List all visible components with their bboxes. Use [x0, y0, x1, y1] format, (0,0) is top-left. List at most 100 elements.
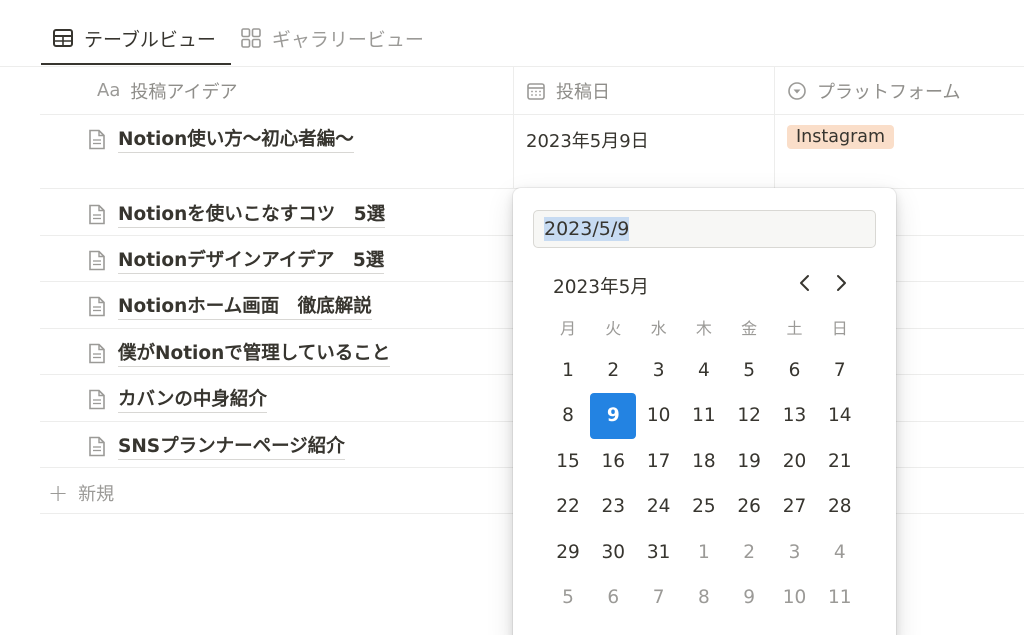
- weekday-label: 金: [741, 319, 758, 338]
- column-label: 投稿日: [556, 81, 610, 103]
- calendar-day[interactable]: 6: [590, 575, 636, 621]
- weekday-label: 木: [695, 319, 712, 338]
- calendar-day[interactable]: 8: [681, 575, 727, 621]
- calendar-day[interactable]: 7: [636, 575, 682, 621]
- date-input-value: 2023/5/9: [544, 217, 630, 241]
- row-title-text: 僕がNotionで管理していること: [118, 339, 391, 367]
- calendar-day[interactable]: 11: [681, 393, 727, 439]
- calendar-day[interactable]: 29: [545, 529, 591, 575]
- next-month-button[interactable]: [826, 268, 856, 298]
- gallery-icon: [240, 27, 262, 49]
- row-title-text: Notionホーム画面 徹底解説: [118, 292, 372, 320]
- page-icon: [88, 129, 106, 150]
- tab-label: ギャラリービュー: [271, 28, 424, 51]
- tab-table-view[interactable]: テーブルビュー: [40, 18, 228, 58]
- calendar-day[interactable]: 1: [545, 347, 591, 393]
- row-title[interactable]: Notionデザインアイデア 5選: [88, 246, 385, 274]
- previous-month-button[interactable]: [790, 268, 820, 298]
- row-title[interactable]: Notion使い方〜初心者編〜: [88, 125, 354, 153]
- calendar-day[interactable]: 5: [545, 575, 591, 621]
- select-icon: [787, 81, 807, 101]
- active-tab-indicator: [41, 63, 231, 65]
- calendar-day[interactable]: 3: [636, 347, 682, 393]
- column-header-title[interactable]: Aa 投稿アイデア: [97, 67, 237, 114]
- calendar-day[interactable]: 6: [772, 347, 818, 393]
- calendar-day[interactable]: 10: [772, 575, 818, 621]
- weekday-label: 土: [786, 319, 803, 338]
- calendar-day[interactable]: 22: [545, 484, 591, 530]
- page-icon: [88, 436, 106, 457]
- tab-gallery-view[interactable]: ギャラリービュー: [228, 18, 436, 58]
- calendar-day[interactable]: 27: [772, 484, 818, 530]
- new-row-button[interactable]: + 新規: [48, 479, 114, 507]
- calendar-day[interactable]: 20: [772, 438, 818, 484]
- row-title[interactable]: カバンの中身紹介: [88, 385, 267, 413]
- calendar-day[interactable]: 4: [681, 347, 727, 393]
- calendar-day[interactable]: 25: [681, 484, 727, 530]
- calendar-day[interactable]: 30: [590, 529, 636, 575]
- table-icon: [52, 27, 74, 49]
- text-property-icon: Aa: [97, 80, 121, 101]
- calendar-day[interactable]: 19: [726, 438, 772, 484]
- page-icon: [88, 389, 106, 410]
- calendar-day[interactable]: 5: [726, 347, 772, 393]
- date-value[interactable]: 2023年5月9日: [526, 127, 649, 153]
- row-title[interactable]: SNSプランナーページ紹介: [88, 432, 345, 460]
- month-label: 2023年5月: [553, 277, 649, 298]
- row-title-text: Notionデザインアイデア 5選: [118, 246, 385, 274]
- calendar-day[interactable]: 8: [545, 393, 591, 439]
- platform-tag[interactable]: Instagram: [787, 125, 895, 149]
- calendar-day[interactable]: 13: [772, 393, 818, 439]
- weekday-label: 月: [559, 319, 576, 338]
- calendar-day[interactable]: 16: [590, 438, 636, 484]
- calendar-day[interactable]: 12: [726, 393, 772, 439]
- new-row-label: 新規: [78, 484, 115, 505]
- weekday-label: 火: [605, 319, 622, 338]
- calendar-day[interactable]: 11: [817, 575, 863, 621]
- calendar-day[interactable]: 14: [817, 393, 863, 439]
- weekday-label: 日: [831, 319, 848, 338]
- chevron-left-icon: [800, 275, 809, 291]
- page-icon: [88, 204, 106, 225]
- calendar-day[interactable]: 3: [772, 529, 818, 575]
- calendar-day[interactable]: 23: [590, 484, 636, 530]
- calendar-day[interactable]: 24: [636, 484, 682, 530]
- table-header: Aa 投稿アイデア 投稿日 プラットフォーム: [40, 67, 1024, 115]
- calendar-day[interactable]: 15: [545, 438, 591, 484]
- table-row[interactable]: Notion使い方〜初心者編〜 2023年5月9日 Instagram: [40, 115, 1024, 189]
- calendar-day[interactable]: 17: [636, 438, 682, 484]
- calendar-day[interactable]: 10: [636, 393, 682, 439]
- row-title-text: Notionを使いこなすコツ 5選: [118, 200, 386, 228]
- page-icon: [88, 250, 106, 271]
- calendar-day[interactable]: 26: [726, 484, 772, 530]
- column-header-date[interactable]: 投稿日: [526, 67, 610, 114]
- calendar-day[interactable]: 2: [726, 529, 772, 575]
- view-tabs: テーブルビュー ギャラリービュー: [40, 18, 436, 66]
- date-input[interactable]: 2023/5/9: [533, 210, 876, 248]
- plus-icon: +: [48, 479, 69, 507]
- column-label: プラットフォーム: [817, 81, 961, 103]
- page-icon: [88, 343, 106, 364]
- column-label: 投稿アイデア: [130, 81, 238, 103]
- calendar-day[interactable]: 28: [817, 484, 863, 530]
- calendar-day[interactable]: 7: [817, 347, 863, 393]
- row-title[interactable]: 僕がNotionで管理していること: [88, 339, 391, 367]
- row-title[interactable]: Notionを使いこなすコツ 5選: [88, 200, 386, 228]
- row-title[interactable]: Notionホーム画面 徹底解説: [88, 292, 372, 320]
- calendar-day[interactable]: 9: [726, 575, 772, 621]
- date-picker-popup: 2023/5/9 2023年5月 月火水木金土日 1 2 3 4 5 6 7 8 9 10 11 12…: [513, 188, 896, 635]
- page-icon: [88, 296, 106, 317]
- calendar-day[interactable]: 4: [817, 529, 863, 575]
- calendar-day[interactable]: 1: [681, 529, 727, 575]
- calendar-icon: [526, 81, 546, 101]
- calendar-day[interactable]: 2: [590, 347, 636, 393]
- calendar-day[interactable]: 21: [817, 438, 863, 484]
- weekday-label: 水: [650, 319, 667, 338]
- row-title-text: SNSプランナーページ紹介: [118, 432, 345, 460]
- column-header-platform[interactable]: プラットフォーム: [787, 67, 960, 114]
- calendar-day[interactable]: 18: [681, 438, 727, 484]
- calendar-day-selected[interactable]: 9: [590, 392, 637, 439]
- chevron-right-icon: [837, 275, 846, 291]
- tab-label: テーブルビュー: [84, 28, 216, 51]
- calendar-day[interactable]: 31: [636, 529, 682, 575]
